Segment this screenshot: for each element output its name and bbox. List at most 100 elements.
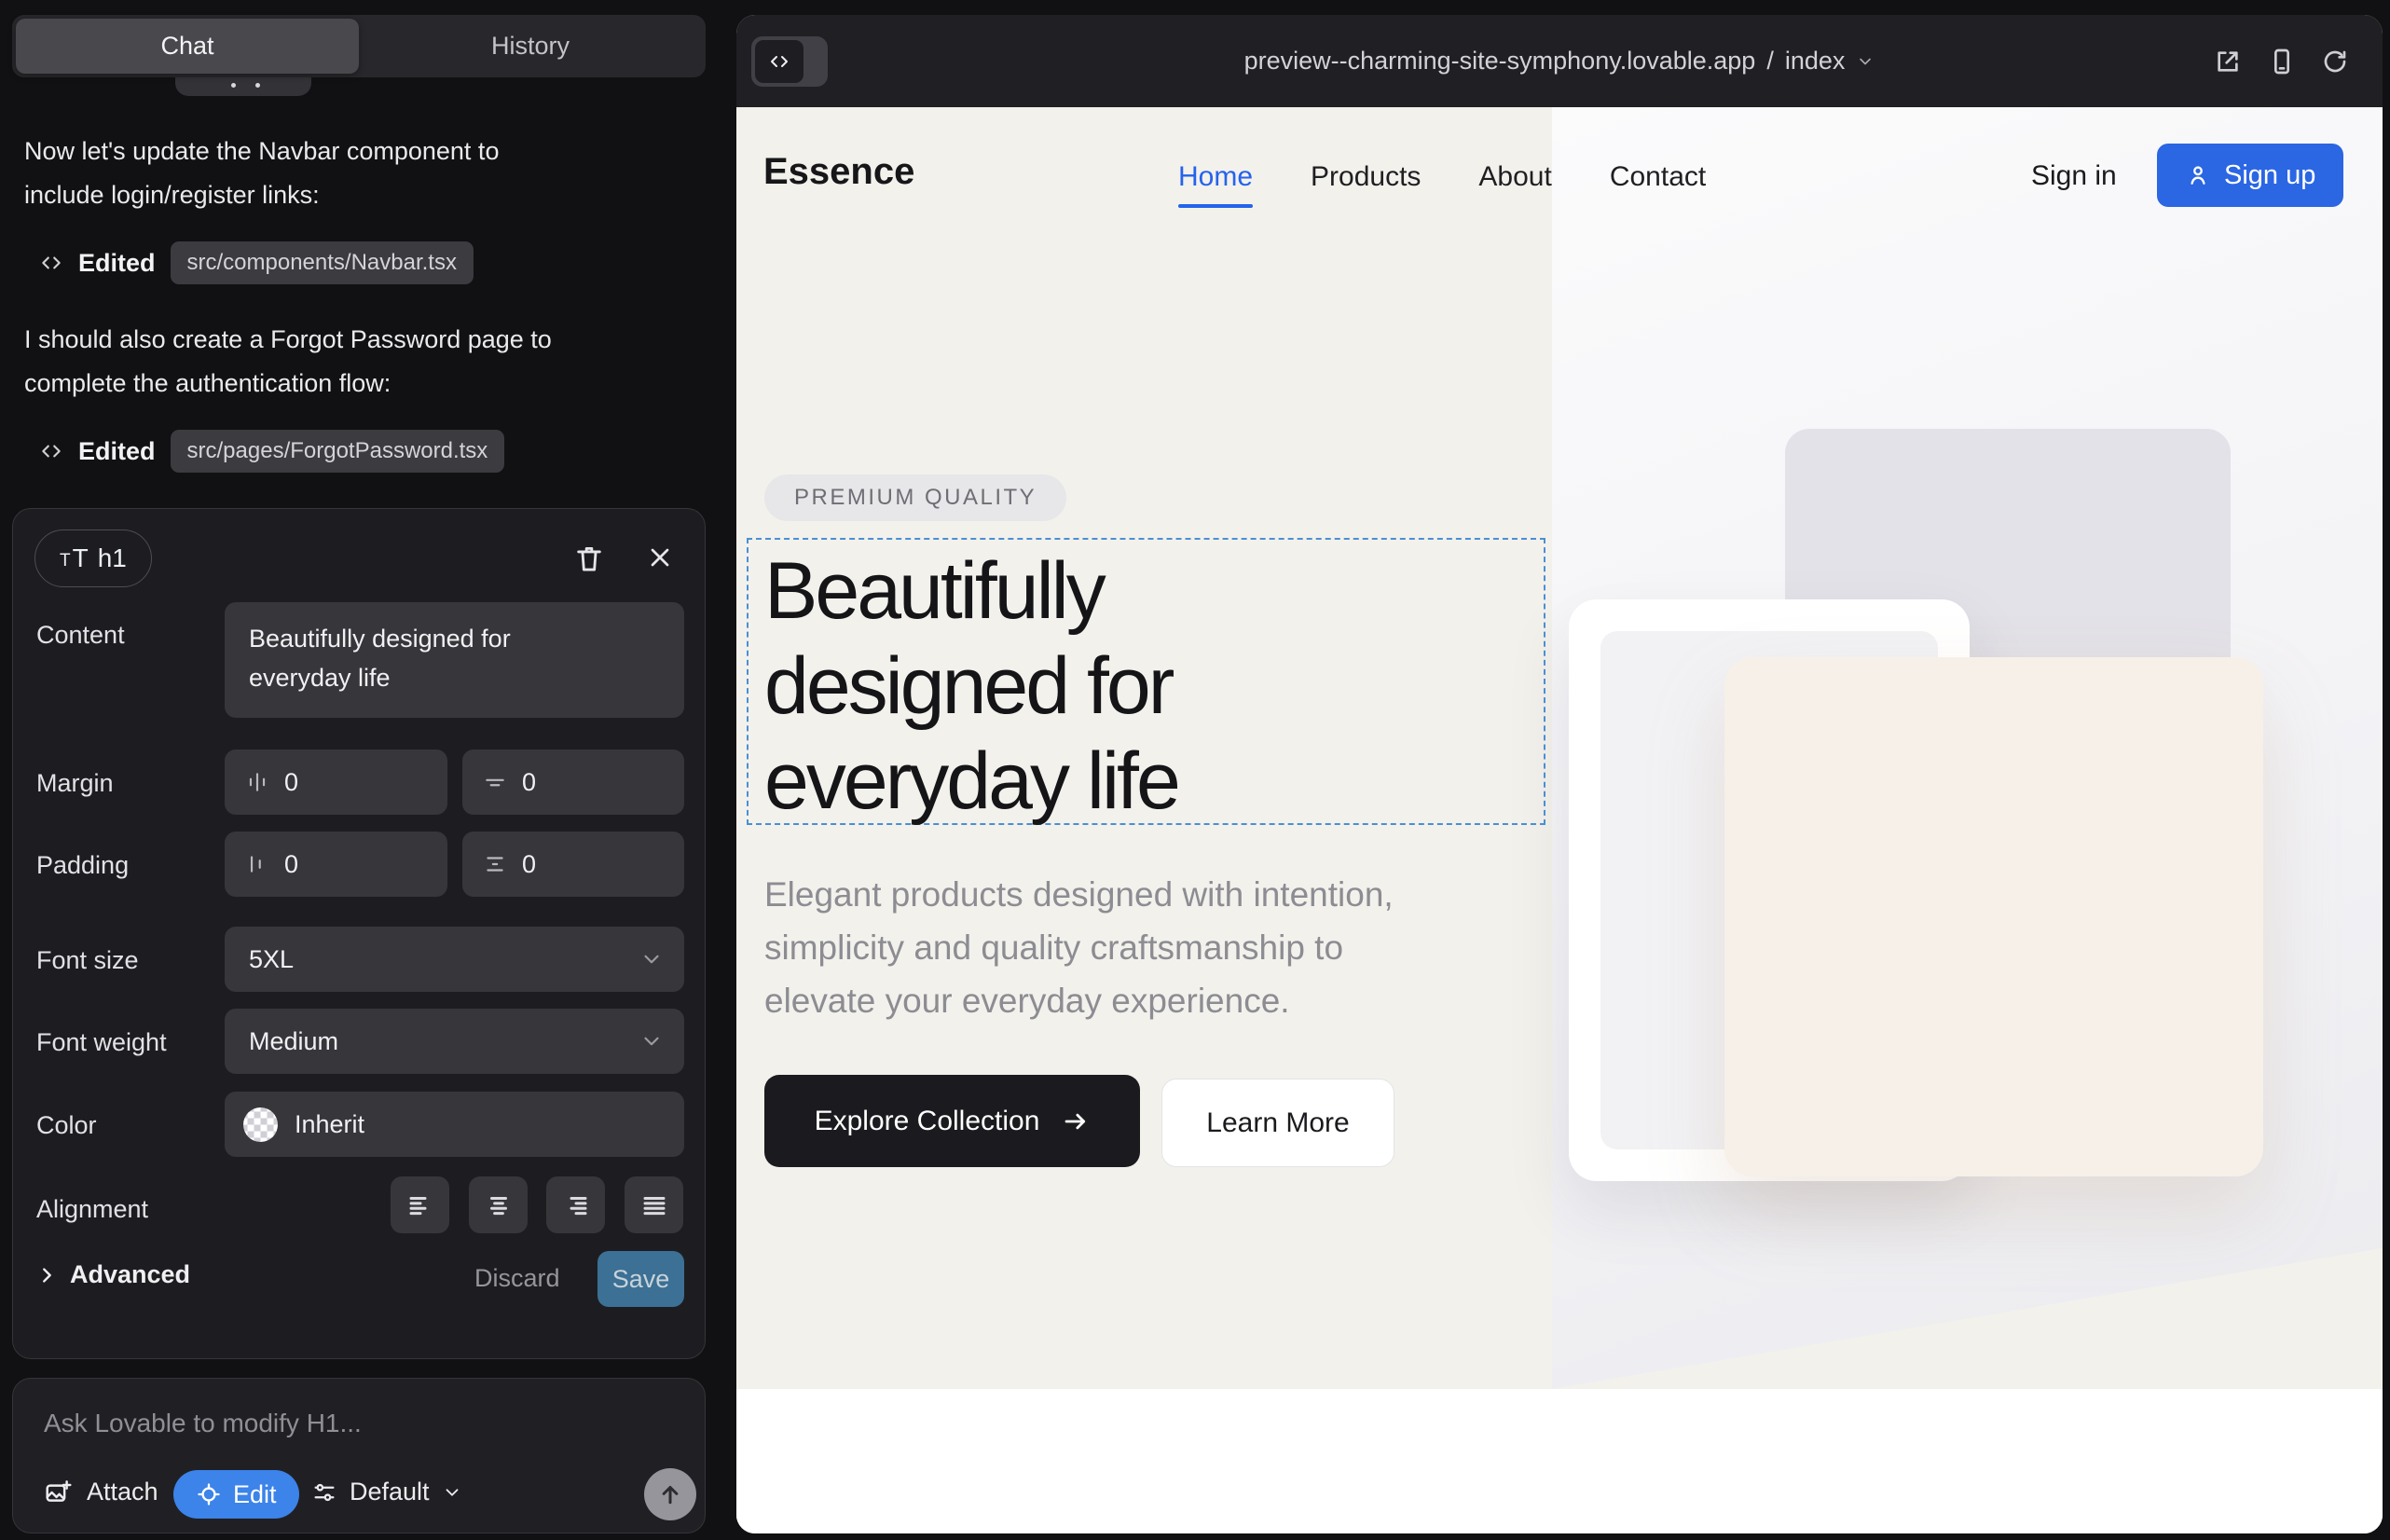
scrolled-chip-partial [175,77,311,96]
discard-button[interactable]: Discard [474,1264,560,1293]
font-size-select[interactable]: 5XL [225,927,684,992]
element-editor-panel: TT h1 Content Beautifully designed for e… [12,508,706,1359]
paragraph-line: simplicity and quality craftsmanship to [764,921,1394,974]
sign-up-label: Sign up [2224,160,2315,191]
padding-y-icon [483,852,507,876]
person-icon [2185,162,2211,188]
edit-label: Edit [233,1480,277,1509]
sign-up-button[interactable]: Sign up [2157,144,2343,207]
composer-input[interactable]: Ask Lovable to modify H1... [44,1409,362,1438]
margin-y-value: 0 [522,768,536,797]
open-external-button[interactable] [2213,47,2243,76]
chevron-down-icon [1856,52,1875,71]
url-bar[interactable]: preview--charming-site-symphony.lovable.… [736,15,2383,107]
composer-toolbar: Attach Edit Default [13,1468,705,1520]
edit-mode-button[interactable]: Edit [173,1470,299,1519]
target-icon [196,1481,222,1507]
site-nav: Home Products About Contact [1178,161,1706,193]
hero-badge: PREMIUM QUALITY [764,474,1066,521]
file-badge[interactable]: src/components/Navbar.tsx [171,241,474,284]
tab-chat[interactable]: Chat [16,19,359,74]
chip-dot [255,83,260,88]
margin-label: Margin [36,769,114,798]
nav-link-products[interactable]: Products [1311,161,1421,193]
explore-collection-button[interactable]: Explore Collection [764,1075,1140,1167]
content-line: Beautifully designed for [249,619,660,658]
margin-x-input[interactable]: 0 [225,749,447,815]
nav-link-home[interactable]: Home [1178,161,1253,193]
chat-composer: Ask Lovable to modify H1... Attach Edit … [12,1378,706,1533]
advanced-toggle[interactable]: Advanced [36,1260,190,1289]
decorative-wedge [1552,1193,2383,1389]
assistant-message: I should also create a Forgot Password p… [24,318,682,406]
learn-more-button[interactable]: Learn More [1161,1079,1394,1167]
model-default-selector[interactable]: Default [311,1478,462,1506]
close-editor-button[interactable] [645,543,679,576]
mobile-view-button[interactable] [2267,47,2297,76]
default-label: Default [350,1478,430,1506]
delete-element-button[interactable] [573,543,607,576]
align-right-icon [562,1191,590,1219]
font-size-label: Font size [36,946,139,975]
nav-link-about[interactable]: About [1478,161,1551,193]
send-button[interactable] [644,1468,696,1520]
padding-y-value: 0 [522,850,536,879]
site-logo[interactable]: Essence [763,151,914,193]
chevron-down-icon [442,1482,462,1503]
margin-y-icon [483,770,507,794]
align-center-icon [485,1191,513,1219]
sliders-icon [311,1479,337,1506]
app-root: Chat History Now let's update the Navbar… [0,0,2390,1540]
save-button[interactable]: Save [598,1251,684,1307]
explore-collection-label: Explore Collection [815,1106,1040,1137]
decorative-card-cream [1724,657,2263,1176]
align-justify-icon [640,1191,668,1219]
advanced-label: Advanced [70,1260,190,1289]
attach-image-icon [44,1478,74,1506]
preview-url: preview--charming-site-symphony.lovable.… [1244,47,1756,76]
align-left-button[interactable] [391,1176,449,1233]
hero-paragraph: Elegant products designed with intention… [764,868,1394,1027]
padding-y-input[interactable]: 0 [462,832,684,897]
edited-file-row: Edited src/pages/ForgotPassword.tsx [39,430,504,473]
message-line: complete the authentication flow: [24,362,682,406]
site-below-fold [736,1389,2383,1533]
preview-browser-window: preview--charming-site-symphony.lovable.… [736,15,2383,1533]
padding-x-input[interactable]: 0 [225,832,447,897]
margin-x-icon [245,770,269,794]
margin-y-input[interactable]: 0 [462,749,684,815]
attach-button[interactable]: Attach [44,1478,158,1506]
tab-history[interactable]: History [359,19,702,74]
transparent-swatch-icon [243,1107,278,1142]
font-size-value: 5XL [249,945,294,974]
url-separator: / [1766,47,1774,76]
chevron-right-icon [36,1265,57,1286]
file-badge[interactable]: src/pages/ForgotPassword.tsx [171,430,505,473]
edited-label: Edited [78,437,156,466]
chat-history-tabs: Chat History [12,15,706,77]
paragraph-line: elevate your everyday experience. [764,974,1394,1027]
message-line: I should also create a Forgot Password p… [24,318,682,362]
url-page-name: index [1785,47,1846,76]
nav-link-contact[interactable]: Contact [1610,161,1706,193]
selected-element-tag[interactable]: TT h1 [34,529,152,587]
refresh-button[interactable] [2320,47,2350,76]
content-line: everyday life [249,658,660,697]
align-justify-button[interactable] [625,1176,683,1233]
hero-heading[interactable]: Beautifully designed for everyday life [764,543,1178,829]
color-picker-field[interactable]: Inherit [225,1092,684,1157]
padding-x-icon [245,852,269,876]
message-line: Now let's update the Navbar component to [24,130,682,173]
align-right-button[interactable] [546,1176,605,1233]
hero-visual-panel [1552,107,2383,1389]
heading-line: Beautifully [764,543,1178,639]
chevron-down-icon [639,947,664,971]
font-weight-select[interactable]: Medium [225,1009,684,1074]
align-center-button[interactable] [469,1176,528,1233]
code-icon [39,251,63,275]
chevron-down-icon [639,1029,664,1053]
color-label: Color [36,1111,97,1140]
arrow-right-icon [1062,1107,1090,1135]
sign-in-link[interactable]: Sign in [2031,160,2117,192]
content-textarea[interactable]: Beautifully designed for everyday life [225,602,684,718]
